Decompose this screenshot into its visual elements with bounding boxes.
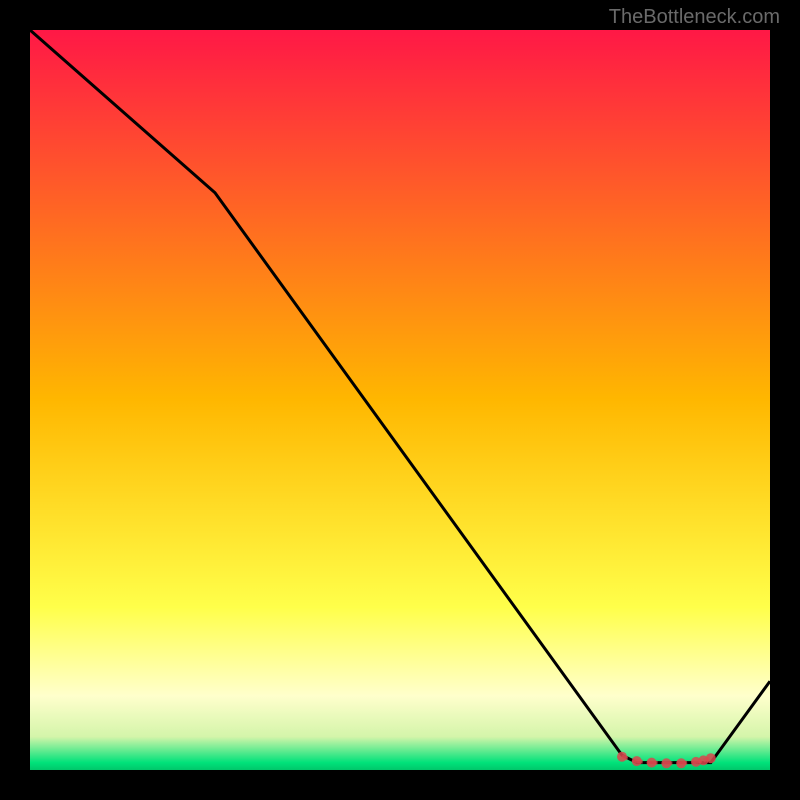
watermark-text: TheBottleneck.com [609, 6, 780, 29]
optimal-range-dot [647, 758, 657, 768]
chart-background [30, 30, 770, 770]
optimal-range-dot [661, 758, 671, 768]
optimal-range-dot [617, 752, 627, 762]
optimal-range-dot [632, 756, 642, 766]
optimal-range-dot [676, 758, 686, 768]
chart-plot-area [30, 30, 770, 770]
chart-svg [30, 30, 770, 770]
optimal-range-dot [706, 753, 716, 763]
